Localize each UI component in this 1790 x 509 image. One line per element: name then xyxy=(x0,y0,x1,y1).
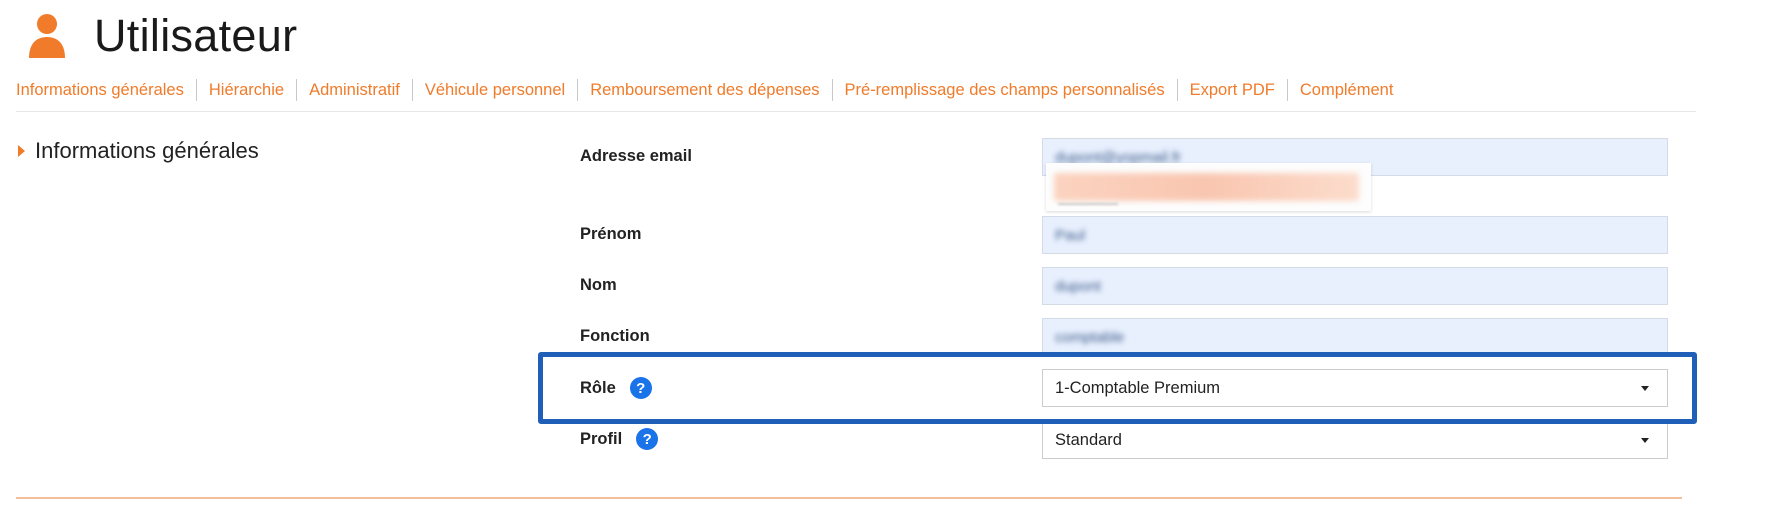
email-label: Adresse email xyxy=(580,138,692,174)
section-title: Informations générales xyxy=(35,138,259,163)
function-label: Fonction xyxy=(580,318,650,354)
tab-separator xyxy=(1176,79,1178,101)
function-label-text: Fonction xyxy=(580,326,650,345)
page-title: Utilisateur xyxy=(94,10,298,61)
autocomplete-suggestion[interactable] xyxy=(1054,173,1359,201)
first-name-value: Paul xyxy=(1055,226,1086,244)
profile-label: Profil ? xyxy=(580,421,659,457)
tab-separator xyxy=(1286,79,1288,101)
tab-bar: Informations générales Hiérarchie Admini… xyxy=(16,79,1393,101)
help-icon[interactable]: ? xyxy=(636,428,659,450)
tab-pre-remplissage[interactable]: Pré-remplissage des champs personnalisés xyxy=(845,81,1165,100)
section-bottom-divider xyxy=(16,497,1682,499)
tab-administratif[interactable]: Administratif xyxy=(309,81,400,100)
tab-remboursement-depenses[interactable]: Remboursement des dépenses xyxy=(590,81,819,100)
profile-selected-value: Standard xyxy=(1055,430,1122,449)
user-icon xyxy=(29,14,65,58)
tab-separator xyxy=(577,79,579,101)
function-value: comptable xyxy=(1055,328,1125,346)
function-field[interactable]: comptable xyxy=(1042,318,1668,356)
email-autocomplete-dropdown[interactable] xyxy=(1046,163,1371,211)
tab-separator xyxy=(831,79,833,101)
profile-label-text: Profil xyxy=(580,429,623,448)
tab-informations-generales[interactable]: Informations générales xyxy=(16,81,184,100)
chevron-down-icon xyxy=(1641,437,1649,443)
user-page: Utilisateur Informations générales Hiéra… xyxy=(0,0,1790,509)
highlight-annotation xyxy=(538,352,1697,424)
autocomplete-divider xyxy=(1058,203,1118,205)
profile-select[interactable]: Standard xyxy=(1042,421,1668,459)
email-label-text: Adresse email xyxy=(580,146,692,165)
section-header[interactable]: Informations générales xyxy=(18,138,259,164)
last-name-value: dupont xyxy=(1055,277,1101,295)
tab-complement[interactable]: Complément xyxy=(1300,81,1394,100)
tab-separator xyxy=(296,79,298,101)
last-name-label-text: Nom xyxy=(580,275,617,294)
page-header: Utilisateur xyxy=(28,6,297,66)
first-name-field[interactable]: Paul xyxy=(1042,216,1668,254)
tab-export-pdf[interactable]: Export PDF xyxy=(1190,81,1275,100)
tab-separator xyxy=(195,79,197,101)
tabs-divider xyxy=(16,111,1696,112)
last-name-label: Nom xyxy=(580,267,617,303)
tab-separator xyxy=(411,79,413,101)
last-name-field[interactable]: dupont xyxy=(1042,267,1668,305)
tab-vehicule-personnel[interactable]: Véhicule personnel xyxy=(425,81,565,100)
first-name-label: Prénom xyxy=(580,216,641,252)
tab-hierarchie[interactable]: Hiérarchie xyxy=(209,81,284,100)
first-name-label-text: Prénom xyxy=(580,224,642,243)
caret-right-icon xyxy=(18,145,25,157)
